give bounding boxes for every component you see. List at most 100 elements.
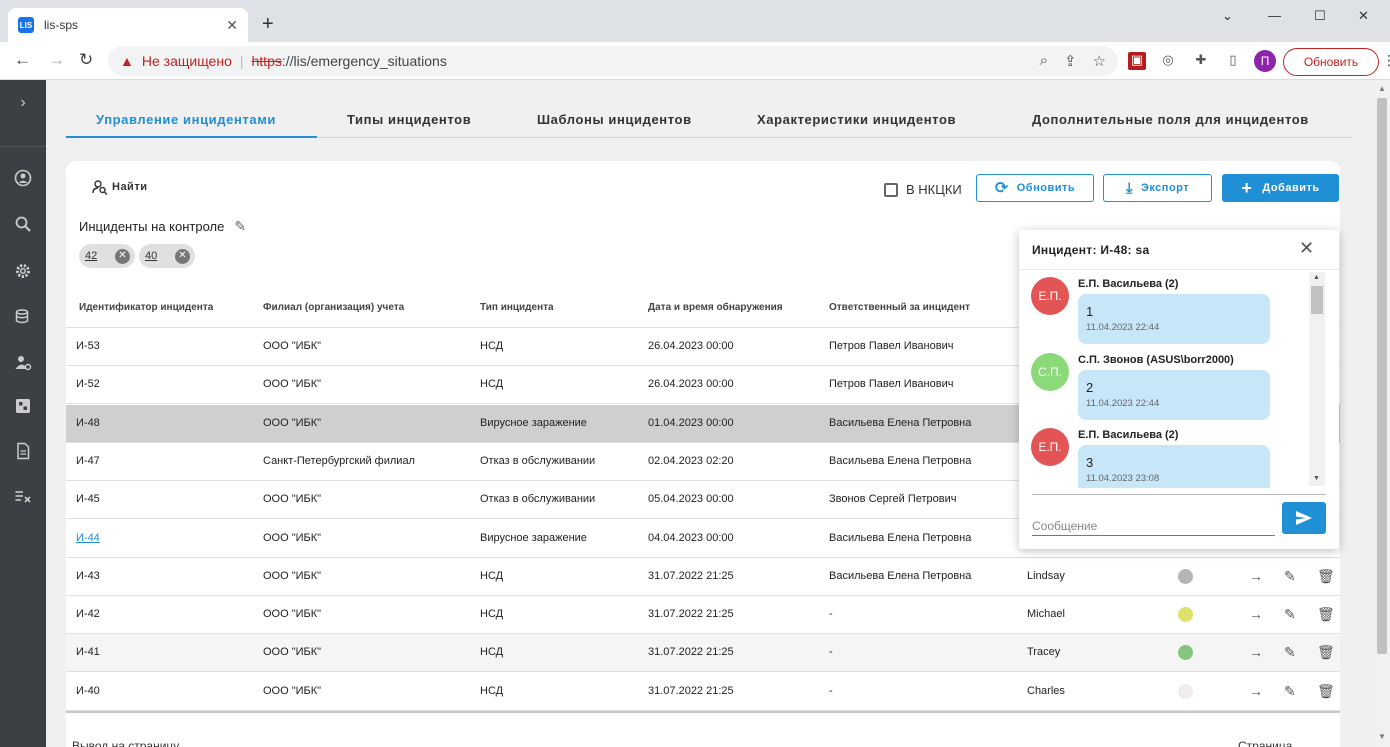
tab-incident-characteristics[interactable]: Характеристики инцидентов [757, 112, 956, 127]
scroll-up-icon[interactable]: ▲ [1378, 84, 1386, 93]
message-author: Е.П. Васильева (2) [1078, 429, 1179, 441]
table-row[interactable]: И-41 ООО "ИБК" НСД 31.07.2022 21:25 - Tracey →… [66, 634, 1340, 673]
cell-type: НСД [480, 378, 504, 391]
edit-icon[interactable]: ✎ [1284, 568, 1296, 585]
table-row[interactable]: И-43 ООО "ИБК" НСД 31.07.2022 21:25 Васильев… [66, 557, 1340, 596]
col-responsible-header[interactable]: Ответственный за инцидент [829, 302, 970, 313]
cell-responsible: Васильева Елена Петровна [829, 531, 972, 544]
find-button[interactable]: Найти [92, 179, 147, 195]
message-time: 11.04.2023 22:44 [1086, 397, 1160, 409]
control-chip[interactable]: 42 ✕ [79, 244, 135, 268]
new-tab-button[interactable]: + [262, 14, 274, 34]
col-date-header[interactable]: Дата и время обнаружения [648, 302, 783, 313]
cell-responsible: Петров Павел Иванович [829, 378, 954, 391]
forward-icon[interactable]: → [48, 50, 65, 70]
scroll-down-icon[interactable]: ▼ [1378, 732, 1386, 741]
chip-remove-icon[interactable]: ✕ [175, 248, 190, 264]
chat-scrollbar[interactable]: ▲ ▼ [1309, 272, 1325, 486]
address-bar[interactable]: ▲ Не защищено | https ://lis/emergency_s… [108, 46, 1118, 76]
page-scrollbar[interactable]: ▲ ▼ [1374, 80, 1390, 747]
bookmark-star-icon[interactable]: ☆ [1093, 52, 1106, 70]
close-icon[interactable]: ✕ [1299, 238, 1314, 259]
extensions-puzzle-icon[interactable]: ✚ [1192, 52, 1210, 70]
edit-icon[interactable]: ✎ [1284, 644, 1296, 661]
cell-assignee: Charles [1027, 684, 1065, 697]
minimize-button[interactable]: — [1268, 8, 1281, 23]
nkcki-filter[interactable]: В НКЦКИ [884, 182, 962, 197]
cell-id: И-52 [76, 378, 100, 391]
open-arrow-icon[interactable]: → [1249, 683, 1263, 699]
chat-scroll-down-icon[interactable]: ▼ [1313, 475, 1320, 482]
cell-branch: ООО "ИБК" [263, 378, 322, 391]
col-branch-header[interactable]: Филиал (организация) учета [263, 302, 404, 313]
search-icon[interactable] [11, 212, 35, 236]
maximize-button[interactable]: ☐ [1314, 8, 1326, 24]
tab-additional-fields[interactable]: Дополнительные поля для инцидентов [1032, 112, 1309, 127]
url-path: ://lis/emergency_situations [281, 53, 447, 69]
profile-avatar[interactable]: П [1254, 50, 1276, 72]
status-indicator [1178, 568, 1193, 584]
cell-id[interactable]: И-44 [76, 532, 100, 544]
document-icon[interactable] [11, 439, 35, 463]
tab-incident-types[interactable]: Типы инцидентов [347, 112, 471, 127]
zoom-icon[interactable]: ⌕ [1040, 52, 1048, 70]
reload-icon[interactable]: ↻ [79, 50, 93, 70]
chat-scroll-up-icon[interactable]: ▲ [1313, 274, 1320, 281]
chrome-update-button[interactable]: Обновить [1283, 48, 1379, 76]
scroll-thumb[interactable] [1377, 98, 1387, 654]
globe-icon[interactable]: ◎ [1159, 52, 1177, 70]
chat-message: Е.П. Е.П. Васильева (2) 1 11.04.2023 22:44 [1019, 270, 1319, 345]
delete-icon[interactable]: 🗑 [1317, 644, 1335, 661]
chat-messages: Е.П. Е.П. Васильева (2) 1 11.04.2023 22:44 С… [1019, 270, 1325, 488]
profile-icon[interactable] [11, 166, 35, 190]
refresh-button[interactable]: ⟳ Обновить [976, 174, 1094, 202]
open-arrow-icon[interactable]: → [1249, 644, 1263, 660]
expand-sidebar-icon[interactable]: › [0, 94, 46, 112]
cell-id: И-41 [76, 646, 100, 659]
chip-remove-icon[interactable]: ✕ [115, 248, 130, 264]
open-arrow-icon[interactable]: → [1249, 606, 1263, 622]
tab-close-icon[interactable]: ✕ [226, 17, 238, 34]
table-row[interactable]: И-42 ООО "ИБК" НСД 31.07.2022 21:25 - Michael… [66, 596, 1340, 635]
export-button[interactable]: ⤓ Экспорт [1103, 174, 1212, 202]
settings-gear-icon[interactable] [11, 259, 35, 283]
send-button[interactable] [1282, 502, 1326, 534]
table-row[interactable]: И-40 ООО "ИБК" НСД 31.07.2022 21:25 - Charles… [66, 672, 1340, 711]
cell-branch: ООО "ИБК" [263, 684, 322, 697]
message-input[interactable] [1032, 516, 1275, 536]
edit-icon[interactable]: ✎ [1284, 606, 1296, 623]
edit-icon[interactable]: ✎ [1284, 683, 1296, 700]
browser-tab[interactable]: LIS lis-sps ✕ [8, 8, 248, 42]
back-icon[interactable]: ← [14, 50, 31, 70]
add-button[interactable]: + Добавить [1222, 174, 1339, 202]
chat-scroll-thumb[interactable] [1311, 286, 1323, 314]
tab-search-icon[interactable]: ⌄ [1222, 8, 1233, 24]
share-icon[interactable]: ⇪ [1064, 52, 1077, 70]
database-icon[interactable] [11, 305, 35, 329]
col-id-header[interactable]: Идентификатор инцидента [79, 302, 213, 313]
nkcki-checkbox[interactable] [884, 182, 898, 197]
cell-type: Вирусное заражение [480, 531, 587, 544]
add-label: Добавить [1262, 182, 1320, 194]
control-chip[interactable]: 40 ✕ [139, 244, 195, 268]
side-panel-icon[interactable]: ▯ [1224, 52, 1242, 70]
cell-date: 04.04.2023 00:00 [648, 531, 734, 544]
chip-label[interactable]: 42 [79, 250, 115, 262]
checklist-icon[interactable] [11, 484, 35, 508]
chrome-menu-icon[interactable]: ⋮ [1382, 52, 1390, 69]
delete-icon[interactable]: 🗑 [1317, 606, 1335, 623]
dashboard-icon[interactable] [11, 394, 35, 418]
delete-icon[interactable]: 🗑 [1317, 683, 1335, 700]
tab-incident-management[interactable]: Управление инцидентами [96, 112, 276, 127]
extension-red-icon[interactable]: ▣ [1128, 52, 1146, 70]
chat-divider [1032, 494, 1326, 495]
tab-incident-templates[interactable]: Шаблоны инцидентов [537, 112, 692, 127]
chip-label[interactable]: 40 [139, 250, 175, 262]
col-type-header[interactable]: Тип инцидента [480, 302, 554, 313]
cell-responsible: Васильева Елена Петровна [829, 569, 972, 582]
edit-pencil-icon[interactable]: ✎ [234, 218, 246, 235]
users-settings-icon[interactable] [11, 351, 35, 375]
open-arrow-icon[interactable]: → [1249, 568, 1263, 584]
delete-icon[interactable]: 🗑 [1317, 568, 1335, 585]
close-window-button[interactable]: ✕ [1358, 8, 1369, 24]
